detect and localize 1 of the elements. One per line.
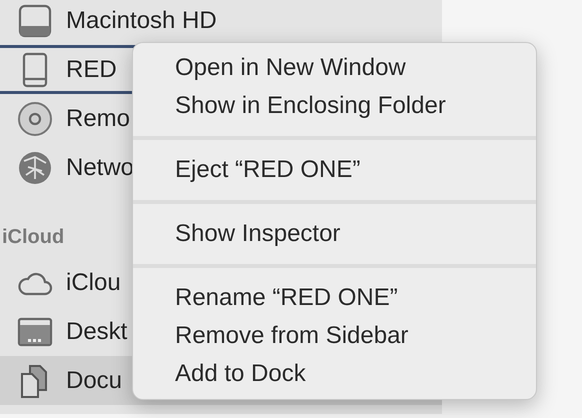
section-header: iCloud [2, 225, 64, 250]
